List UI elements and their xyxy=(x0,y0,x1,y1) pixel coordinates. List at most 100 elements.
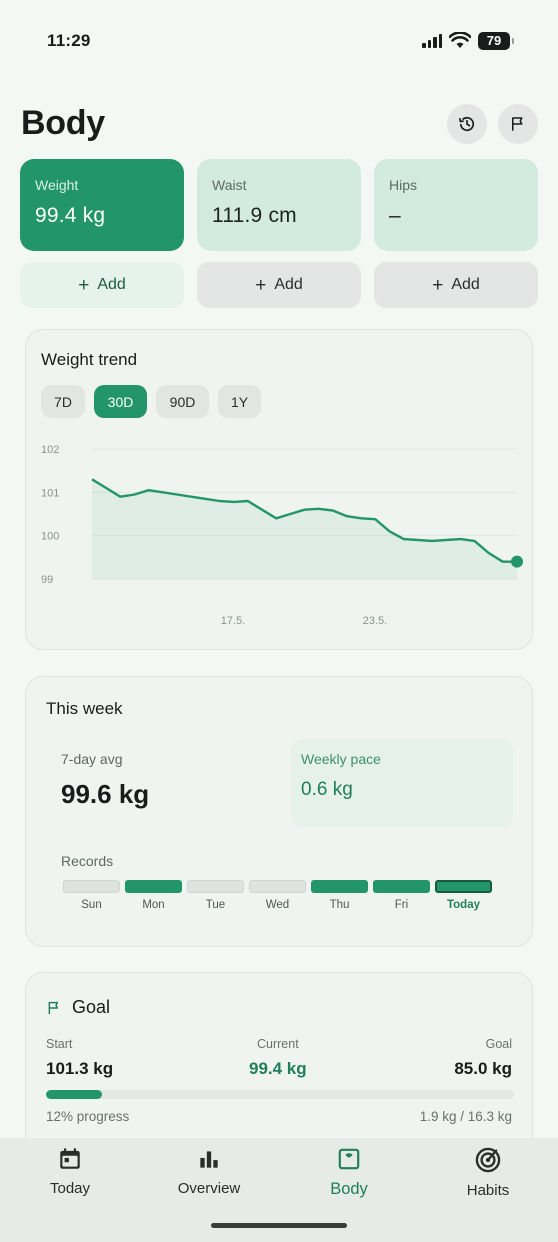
flag-icon xyxy=(512,117,523,131)
metric-value: 111.9 cm xyxy=(212,204,297,227)
day-wed: Wed xyxy=(249,880,306,911)
this-week-card: This week 7-day avg 99.6 kg Weekly pace … xyxy=(25,676,533,947)
start-value: 101.3 kg xyxy=(46,1059,114,1078)
records-label: Records xyxy=(61,853,114,869)
record-bar xyxy=(249,880,306,893)
calendar-icon xyxy=(60,1148,80,1169)
add-label: Add xyxy=(97,276,126,293)
record-bar xyxy=(373,880,430,893)
weekly-pace: Weekly pace 0.6 kg xyxy=(291,739,513,827)
add-hips-button[interactable]: + Add xyxy=(374,262,538,308)
records-week: Sun Mon Tue Wed Thu Fri Today xyxy=(63,880,492,911)
add-label: Add xyxy=(274,276,303,293)
range-30d[interactable]: 30D xyxy=(94,385,147,418)
metric-label: Hips xyxy=(389,177,418,193)
day-label: Fri xyxy=(394,899,409,911)
nav-habits[interactable]: Habits xyxy=(423,1146,553,1199)
add-label: Add xyxy=(451,276,480,293)
y-tick-label: 102 xyxy=(41,444,59,456)
y-tick-label: 101 xyxy=(41,487,59,499)
day-tue: Tue xyxy=(187,880,244,911)
record-bar xyxy=(63,880,120,893)
metric-label: Waist xyxy=(212,177,247,193)
bar-chart-icon xyxy=(200,1151,218,1168)
nav-label: Today xyxy=(49,1180,91,1197)
day-sun: Sun xyxy=(63,880,120,911)
progress-amount: 1.9 kg / 16.3 kg xyxy=(419,1109,512,1124)
day-today: Today xyxy=(435,880,492,911)
scale-icon xyxy=(338,1148,360,1170)
range-90d[interactable]: 90D xyxy=(156,385,209,418)
start-label: Start xyxy=(46,1037,73,1051)
goal-button[interactable] xyxy=(498,104,538,144)
record-bar xyxy=(311,880,368,893)
goal-progress-bar xyxy=(46,1090,514,1099)
day-mon: Mon xyxy=(125,880,182,911)
goal-label: Goal xyxy=(485,1037,512,1051)
day-label: Wed xyxy=(265,899,290,911)
x-tick-label: 23.5. xyxy=(363,615,387,627)
plus-icon: + xyxy=(255,274,267,296)
metric-card-hips[interactable]: Hips – xyxy=(374,159,538,251)
history-icon xyxy=(459,116,475,132)
day-label: Tue xyxy=(205,899,226,911)
history-button[interactable] xyxy=(447,104,487,144)
seven-day-avg: 7-day avg 99.6 kg xyxy=(46,739,286,827)
goal-progress-fill xyxy=(46,1090,103,1099)
trend-title: Weight trend xyxy=(41,350,138,369)
cellular-signal-icon xyxy=(422,34,442,48)
record-bar xyxy=(187,880,244,893)
range-selector: 7D 30D 90D 1Y xyxy=(41,385,261,418)
nav-label: Body xyxy=(330,1180,368,1198)
flag-icon xyxy=(48,1001,59,1014)
home-indicator xyxy=(211,1223,347,1228)
target-icon xyxy=(475,1147,501,1173)
week-title: This week xyxy=(46,699,123,718)
nav-today[interactable]: Today xyxy=(5,1146,135,1197)
weight-trend-chart: 102 101 100 99 17.5. 23.5. xyxy=(41,444,523,627)
range-1y[interactable]: 1Y xyxy=(218,385,261,418)
latest-point xyxy=(511,555,523,568)
trend-area xyxy=(92,479,517,579)
add-waist-button[interactable]: + Add xyxy=(197,262,361,308)
battery-icon: 79 xyxy=(478,32,514,50)
day-label: Sun xyxy=(81,899,102,911)
day-label: Thu xyxy=(329,899,350,911)
record-bar xyxy=(125,880,182,893)
avg-label: 7-day avg xyxy=(61,751,123,767)
nav-overview[interactable]: Overview xyxy=(144,1146,274,1197)
metric-label: Weight xyxy=(35,177,79,193)
add-weight-button[interactable]: + Add xyxy=(20,262,184,308)
avg-value: 99.6 kg xyxy=(61,779,150,809)
weight-trend-card: Weight trend 7D 30D 90D 1Y 102 101 100 99 17… xyxy=(25,329,533,650)
goal-current: Current 99.4 kg xyxy=(249,1037,307,1079)
pace-label: Weekly pace xyxy=(301,751,381,767)
goal-title: Goal xyxy=(72,997,111,1017)
goal-header: Goal xyxy=(46,997,110,1018)
nav-label: Habits xyxy=(466,1182,510,1199)
nav-body[interactable]: Body xyxy=(284,1146,414,1199)
progress-label: 12% progress xyxy=(46,1109,130,1124)
day-thu: Thu xyxy=(311,880,368,911)
plus-icon: + xyxy=(432,274,444,296)
metric-value: 99.4 kg xyxy=(35,204,106,227)
day-fri: Fri xyxy=(373,880,430,911)
current-value: 99.4 kg xyxy=(249,1059,307,1078)
wifi-icon xyxy=(449,32,471,48)
metric-card-waist[interactable]: Waist 111.9 cm xyxy=(197,159,361,251)
status-time: 11:29 xyxy=(47,31,91,50)
pace-value: 0.6 kg xyxy=(301,779,353,800)
goal-start: Start 101.3 kg xyxy=(46,1037,113,1079)
current-label: Current xyxy=(256,1037,299,1051)
range-7d[interactable]: 7D xyxy=(41,385,85,418)
day-label: Today xyxy=(446,899,480,911)
metric-card-weight[interactable]: Weight 99.4 kg xyxy=(20,159,184,251)
y-tick-label: 99 xyxy=(41,574,53,586)
status-bar: 11:29 79 xyxy=(0,0,558,84)
nav-label: Overview xyxy=(177,1180,241,1197)
x-tick-label: 17.5. xyxy=(221,615,245,627)
goal-value: 85.0 kg xyxy=(454,1059,512,1078)
record-bar xyxy=(435,880,492,893)
day-label: Mon xyxy=(142,899,165,911)
metric-value: – xyxy=(389,204,401,227)
